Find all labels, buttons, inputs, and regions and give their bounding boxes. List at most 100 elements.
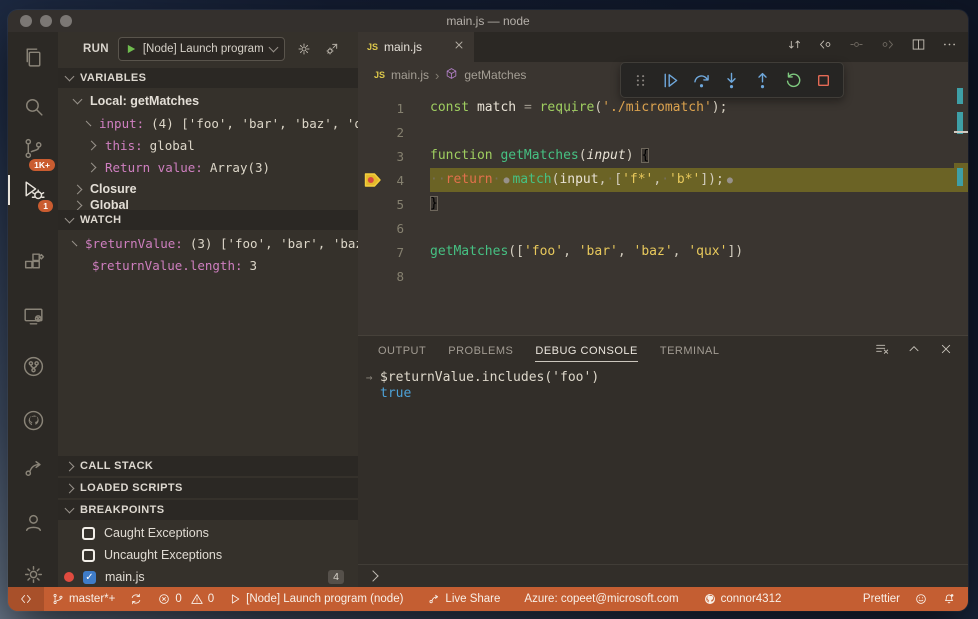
remote-indicator[interactable] [8, 587, 44, 611]
variables-section-header[interactable]: VARIABLES [58, 68, 358, 88]
scope-row-closure[interactable]: Closure [58, 178, 358, 200]
code-line-text[interactable]: } [430, 192, 954, 216]
close-panel-icon[interactable] [938, 341, 954, 362]
code-line-4[interactable]: 4 ··return· ● match(input,·['f*',·'b*']); ● [358, 168, 968, 192]
maximize-panel-icon[interactable] [906, 341, 922, 362]
live-share-icon[interactable] [8, 448, 58, 488]
code-line-text[interactable]: getMatches(['foo', 'bar', 'baz', 'qux']) [430, 240, 954, 264]
breakpoints-section-header[interactable]: BREAKPOINTS [58, 500, 358, 520]
tab-problems[interactable]: PROBLEMS [448, 341, 513, 361]
line-number[interactable]: 8 [358, 269, 404, 284]
code-line-text[interactable] [430, 264, 954, 288]
line-number[interactable]: 2 [358, 125, 404, 140]
compare-changes-icon[interactable] [786, 36, 803, 58]
close-tab-icon[interactable] [453, 38, 465, 56]
tab-output[interactable]: OUTPUT [378, 341, 426, 361]
code-line-8[interactable]: 8 [358, 264, 968, 288]
variable-row-input[interactable]: input: (4) ['foo', 'bar', 'baz', 'qux'] [58, 112, 392, 134]
clear-console-icon[interactable] [874, 341, 890, 362]
start-debug-icon[interactable] [126, 43, 137, 55]
launch-config-label: [Node] Launch program [142, 43, 264, 55]
code-line-1[interactable]: 1 const match = require('./micromatch'); [358, 96, 968, 120]
scope-row-global[interactable]: Global [58, 200, 358, 210]
code-line-6[interactable]: 6 [358, 216, 968, 240]
debug-settings-gear-icon[interactable] [296, 41, 312, 57]
overview-ruler[interactable] [954, 88, 968, 335]
change-nav-disabled-icon [848, 36, 865, 58]
remote-explorer-icon[interactable] [8, 296, 58, 336]
sync-status[interactable] [122, 587, 150, 611]
editor-group: JS main.js JS main.js › getMatches 1 con… [358, 32, 968, 587]
breakpoint-dot-icon [64, 572, 74, 582]
previous-change-icon[interactable] [817, 36, 834, 58]
problems-status[interactable]: 0 0 [150, 587, 221, 611]
variable-row-return-value[interactable]: Return value: Array(3) [58, 156, 358, 178]
code-line-text[interactable]: function getMatches(input) { [430, 144, 954, 168]
azure-pipelines-icon[interactable] [8, 346, 58, 386]
accounts-icon[interactable] [8, 502, 58, 542]
checkbox-uncaught-exceptions[interactable] [82, 548, 95, 562]
run-header: RUN [Node] Launch program [58, 32, 358, 66]
desktop: main.js — node 1K+ 1 RUN [Node] Launch p… [0, 0, 978, 619]
branch-icon [53, 593, 63, 605]
watch-row-length[interactable]: $returnValue.length: 3 [58, 254, 358, 276]
code-line-3[interactable]: 3 function getMatches(input) { [358, 144, 968, 168]
tab-debug-console[interactable]: DEBUG CONSOLE [535, 341, 638, 362]
checkbox-mainjs-breakpoint[interactable]: ✓ [83, 570, 96, 584]
activity-bar: 1K+ 1 [8, 32, 58, 587]
code-line-text[interactable] [430, 120, 954, 144]
git-branch-status[interactable]: master*+ [44, 587, 122, 611]
line-number[interactable]: 3 [358, 149, 404, 164]
debug-console-output: → $returnValue.includes('foo') true [358, 368, 968, 563]
more-actions-icon[interactable] [941, 36, 958, 58]
code-line-2[interactable]: 2 [358, 120, 968, 144]
launch-config-dropdown[interactable]: [Node] Launch program [117, 37, 285, 61]
explorer-icon[interactable] [8, 37, 58, 77]
scope-row-local[interactable]: Local: getMatches [58, 90, 358, 112]
feedback-status[interactable] [907, 587, 935, 611]
breadcrumb-symbol[interactable]: getMatches [464, 68, 526, 82]
call-stack-section-header[interactable]: CALL STACK [58, 456, 358, 476]
line-number[interactable]: 7 [358, 245, 404, 260]
prettier-status[interactable]: Prettier [856, 587, 907, 611]
code-line-text[interactable] [430, 216, 954, 240]
extensions-icon[interactable] [8, 242, 58, 282]
github-account-status[interactable]: connor4312 [696, 587, 789, 611]
split-editor-icon[interactable] [910, 36, 927, 58]
variable-row-this[interactable]: this: global [58, 134, 358, 156]
console-result: true [380, 386, 412, 401]
line-number[interactable]: 6 [358, 221, 404, 236]
checkbox-caught-exceptions[interactable] [82, 526, 95, 540]
run-debug-icon[interactable]: 1 [8, 170, 58, 212]
error-icon [159, 594, 170, 604]
breakpoint-row-mainjs[interactable]: ✓ main.js 4 [58, 566, 358, 588]
code-line-5[interactable]: 5} [358, 192, 968, 216]
line-number[interactable]: 5 [358, 197, 404, 212]
tab-terminal[interactable]: TERMINAL [660, 341, 720, 361]
source-control-icon[interactable]: 1K+ [8, 128, 58, 171]
search-icon[interactable] [8, 86, 58, 126]
watch-section-header[interactable]: WATCH [58, 210, 358, 230]
current-statement-breakpoint-icon[interactable] [364, 172, 384, 188]
play-icon [232, 594, 240, 604]
open-launch-config-icon[interactable] [324, 41, 340, 57]
chevron-down-icon [268, 42, 279, 53]
azure-account-status[interactable]: Azure: copeet@microsoft.com [517, 587, 685, 611]
breakpoint-row-caught[interactable]: Caught Exceptions [58, 522, 358, 544]
live-share-status[interactable]: Live Share [420, 587, 507, 611]
breakpoint-row-uncaught[interactable]: Uncaught Exceptions [58, 544, 358, 566]
line-number[interactable]: 1 [358, 101, 404, 116]
code-editor[interactable]: 1 const match = require('./micromatch'); 2… [358, 88, 968, 343]
code-line-text[interactable]: ··return· ● match(input,·['f*',·'b*']); ● [430, 168, 954, 192]
breadcrumb-file[interactable]: main.js [391, 68, 429, 82]
notifications-status[interactable] [935, 587, 968, 611]
loaded-scripts-section-header[interactable]: LOADED SCRIPTS [58, 478, 358, 498]
github-icon[interactable] [8, 400, 58, 440]
tab-mainjs[interactable]: JS main.js [358, 32, 474, 62]
launch-status[interactable]: [Node] Launch program (node) [221, 587, 410, 611]
debug-badge: 1 [38, 199, 53, 212]
debug-console-input[interactable] [358, 564, 968, 587]
watch-row-returnvalue[interactable]: $returnValue: (3) ['foo', 'bar', 'baz'] [58, 232, 378, 254]
code-line-7[interactable]: 7 getMatches(['foo', 'bar', 'baz', 'qux']… [358, 240, 968, 264]
code-line-text[interactable]: const match = require('./micromatch'); [430, 96, 954, 120]
